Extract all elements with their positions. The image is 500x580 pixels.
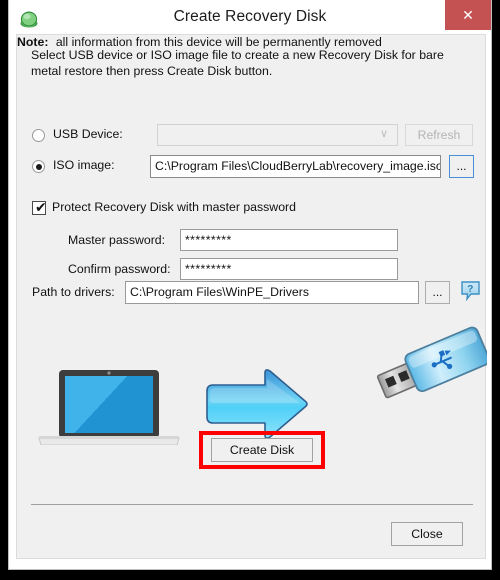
confirm-password-label: Confirm password: — [68, 262, 171, 276]
check-icon: ✔ — [35, 200, 47, 216]
footer-separator — [31, 504, 473, 505]
radio-usb-device[interactable] — [32, 129, 45, 142]
create-disk-button[interactable]: Create Disk — [211, 438, 313, 462]
right-arrow-icon — [206, 369, 308, 439]
intro-text: Select USB device or ISO image file to c… — [31, 48, 444, 78]
dialog-content-panel: Select USB device or ISO image file to c… — [16, 34, 487, 559]
drivers-path-input[interactable]: C:\Program Files\WinPE_Drivers — [125, 281, 419, 304]
radio-usb-device-label: USB Device: — [53, 127, 123, 141]
radio-iso-image[interactable] — [32, 160, 45, 173]
radio-iso-image-label: ISO image: — [53, 158, 115, 172]
usb-flash-drive-icon — [376, 326, 487, 399]
window-title: Create Recovery Disk — [173, 8, 327, 25]
title-bar: Create Recovery Disk ✕ — [9, 0, 491, 37]
chevron-down-icon: ∨ — [380, 128, 389, 140]
dialog-window: Create Recovery Disk ✕ Select USB device… — [8, 0, 492, 570]
svg-text:?: ? — [467, 284, 473, 295]
laptop-icon — [38, 370, 180, 445]
iso-path-input[interactable]: C:\Program Files\CloudBerryLab\recovery_… — [150, 155, 441, 178]
close-icon[interactable]: ✕ — [445, 0, 491, 30]
usb-device-combobox[interactable]: ∨ — [157, 124, 398, 146]
iso-browse-button[interactable]: ... — [449, 155, 474, 178]
master-password-label: Master password: — [68, 233, 166, 247]
refresh-button[interactable]: Refresh — [405, 124, 473, 146]
confirm-password-field[interactable]: ********* — [180, 258, 398, 280]
protect-password-checkbox[interactable]: ✔ — [32, 200, 47, 216]
close-button[interactable]: Close — [391, 522, 463, 546]
drivers-browse-button[interactable]: ... — [425, 281, 450, 304]
illustration-group — [38, 326, 487, 445]
master-password-field[interactable]: ********* — [180, 229, 398, 251]
drivers-path-label: Path to drivers: — [32, 285, 115, 299]
protect-password-label: Protect Recovery Disk with master passwo… — [52, 200, 296, 214]
screen-root: Create Recovery Disk ✕ Select USB device… — [0, 0, 500, 580]
help-question-bubble-icon[interactable]: ? — [460, 280, 482, 302]
